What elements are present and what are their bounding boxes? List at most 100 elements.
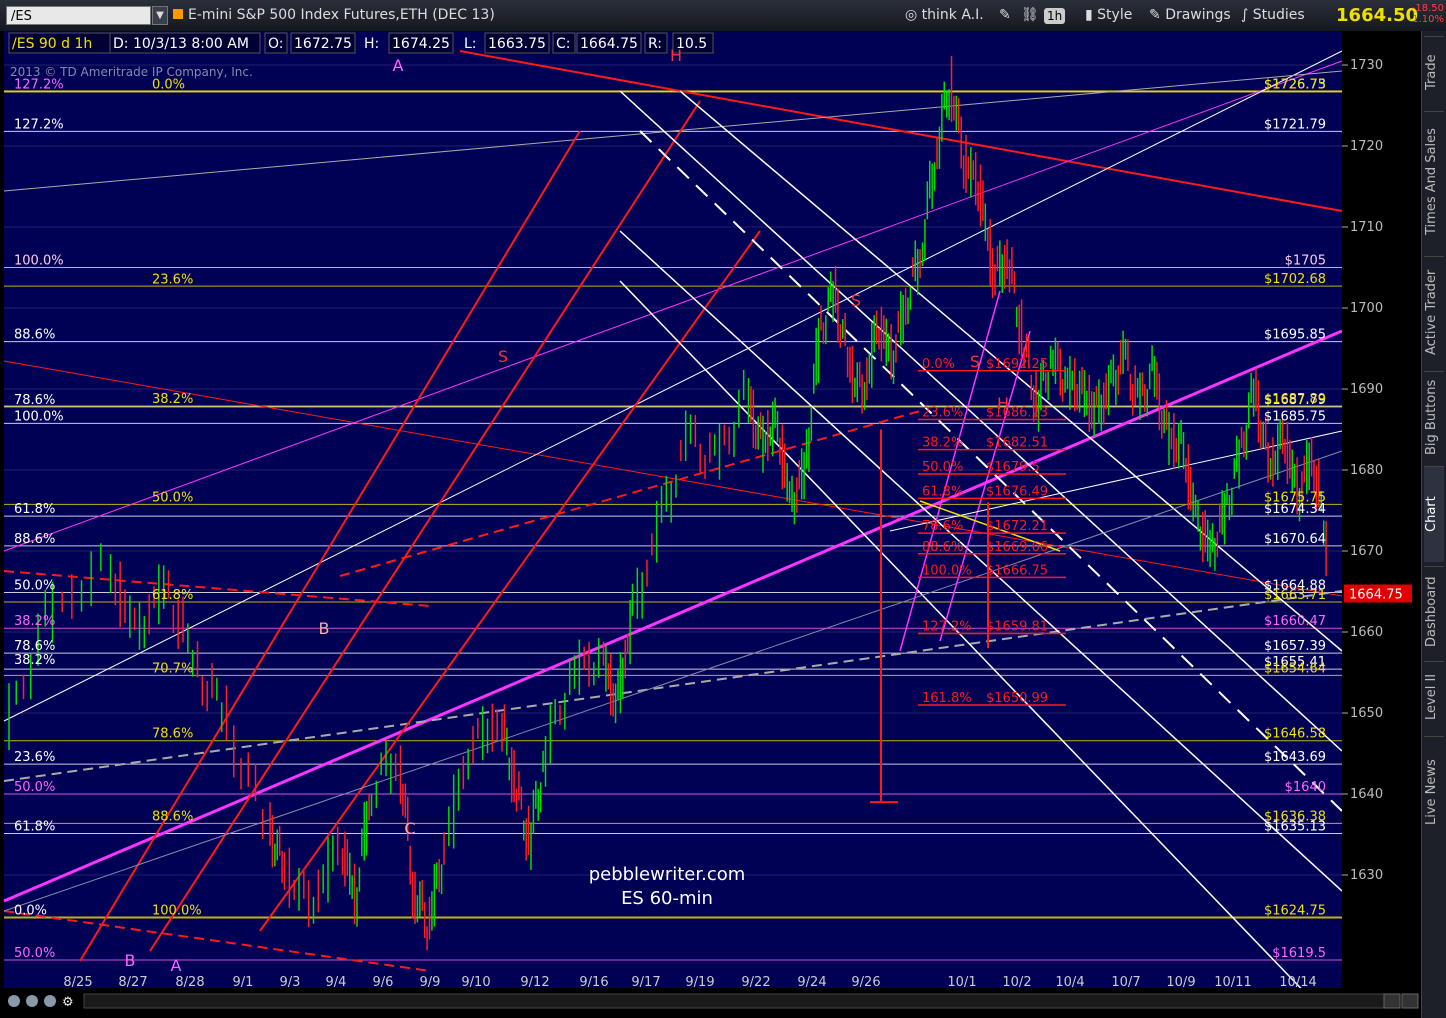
link-icon[interactable]: ⛓ (1018, 5, 1042, 26)
fib-level-label: 100.0% (14, 409, 64, 424)
flag-icon[interactable] (173, 9, 183, 19)
think-ai-button[interactable]: ◎ think A.I. (902, 5, 987, 26)
y-tick-label: 1650 (1350, 706, 1383, 721)
studies-button[interactable]: ∫ Studies (1238, 5, 1308, 26)
fib-level-label: 50.0% (14, 578, 55, 593)
level-price-label: $1687.89 (1264, 392, 1326, 407)
x-tick-label: 9/26 (851, 975, 880, 990)
current-price-label: 1664.75 (1349, 588, 1403, 603)
wave-label: C (404, 819, 415, 838)
fib-percent: 127.2% (922, 620, 972, 635)
level-price-label: $1685.75 (1264, 409, 1326, 424)
symbol-dropdown-icon[interactable]: ▼ (152, 6, 168, 25)
wave-label: H (670, 46, 682, 65)
level-price-label: $1654.64 (1264, 661, 1326, 676)
fib-level-label: 0.0% (152, 77, 185, 92)
fib-percent: 50.0% (922, 460, 963, 475)
fib-percent: 161.8% (922, 691, 972, 706)
chart-area[interactable]: 0.0% $1692.25 23.6% $1686.23 38.2% $1682.51 50… (0, 31, 1422, 1018)
level-price-label: $1657.39 (1264, 639, 1326, 654)
fib-price: $1679.5 (986, 460, 1040, 475)
sidebar-tab-level-ii[interactable]: Level II (1424, 661, 1444, 732)
fib-level-label: 88.6% (152, 809, 193, 824)
fib-price: $1682.51 (986, 436, 1048, 451)
fib-price: $1659.81 (986, 620, 1048, 635)
y-tick-label: 1640 (1350, 787, 1383, 802)
y-tick-label: 1700 (1350, 301, 1383, 316)
watermark-text: ES 60-min (621, 888, 713, 909)
x-tick-label: 10/14 (1279, 975, 1316, 990)
fib-level-label: 100.0% (152, 904, 202, 919)
scroll-left-button[interactable] (1383, 993, 1401, 1009)
fib-percent: 0.0% (922, 357, 955, 372)
sidebar-tab-big-buttons[interactable]: Big Buttons (1424, 371, 1444, 462)
chart-style-icon: ▮ (1085, 7, 1093, 23)
zoom-in-icon[interactable] (8, 995, 20, 1007)
x-tick-label: 9/16 (579, 975, 608, 990)
sidebar-tab-dashboard[interactable]: Dashboard (1424, 566, 1444, 657)
fib-percent: 38.2% (922, 436, 963, 451)
wave-label: B (125, 951, 136, 970)
zoom-out-icon[interactable] (26, 995, 38, 1007)
y-tick-label: 1730 (1350, 58, 1383, 73)
level-price-label: $1726.75 (1264, 77, 1326, 92)
x-tick-label: 10/2 (1002, 975, 1031, 990)
timeframe-button[interactable]: 1h (1044, 8, 1066, 24)
fib-percent: 78.6% (922, 519, 963, 534)
sidebar-tab-trade[interactable]: Trade (1424, 36, 1444, 107)
sidebar-tab-chart[interactable]: Chart (1424, 466, 1444, 562)
x-tick-label: 9/19 (685, 975, 714, 990)
style-label: Style (1097, 7, 1133, 23)
sidebar-tab-active-trader[interactable]: Active Trader (1424, 256, 1444, 367)
info-high-label: H: (364, 36, 379, 52)
price-change: -18.50 -1.10% (1409, 3, 1444, 25)
studies-icon: ∫ (1241, 7, 1249, 23)
info-low-label: L: (464, 36, 477, 52)
fib-level-label: 88.6% (14, 532, 55, 547)
scroll-right-button[interactable] (1401, 993, 1419, 1009)
price-chart[interactable]: 0.0% $1692.25 23.6% $1686.23 38.2% $1682.51 50… (0, 31, 1422, 1018)
fib-level-label: 100.0% (14, 254, 64, 269)
info-close-value: 1664.75 (580, 36, 638, 52)
sidebar-tab-times-and-sales[interactable]: Times And Sales (1424, 111, 1444, 252)
level-price-label: $1721.79 (1264, 117, 1326, 132)
x-tick-label: 10/11 (1214, 975, 1251, 990)
y-tick-label: 1720 (1350, 139, 1383, 154)
level-price-label: $1619.5 (1272, 946, 1326, 961)
fib-price: $1666.75 (986, 563, 1048, 578)
x-tick-label: 8/27 (118, 975, 147, 990)
level-price-label: $1646.58 (1264, 727, 1326, 742)
symbol-input[interactable]: /ES (6, 6, 151, 25)
info-close-label: C: (556, 36, 571, 52)
level-price-label: $1643.69 (1264, 750, 1326, 765)
level-price-label: $1702.68 (1264, 272, 1326, 287)
x-tick-label: 9/3 (280, 975, 301, 990)
fib-level-label: 127.2% (14, 117, 64, 132)
fib-level-label: 38.2% (14, 653, 55, 668)
style-button[interactable]: ▮ Style (1082, 5, 1135, 26)
level-price-label: $1635.13 (1264, 819, 1326, 834)
fib-percent: 100.0% (922, 563, 972, 578)
x-tick-label: 9/4 (326, 975, 347, 990)
horizontal-scrollbar[interactable] (83, 993, 1385, 1009)
tools-icon[interactable]: ✎ (996, 5, 1014, 26)
x-tick-label: 9/12 (520, 975, 549, 990)
info-high-value: 1674.25 (392, 36, 450, 52)
watermark-text: pebblewriter.com (589, 864, 746, 885)
sidebar-tab-live-news[interactable]: Live News (1424, 736, 1444, 847)
wave-label: B (319, 619, 330, 638)
x-tick-label: 10/4 (1055, 975, 1084, 990)
info-open-label: O: (268, 36, 284, 52)
right-sidebar: Trade Times And Sales Active Trader Big But… (1421, 31, 1446, 1018)
wave-label: S (498, 347, 508, 366)
wave-label: A (171, 956, 182, 975)
y-tick-label: 1660 (1350, 625, 1383, 640)
drawings-button[interactable]: ✎ Drawings (1146, 5, 1234, 26)
wave-label: S (970, 352, 980, 371)
y-tick-label: 1630 (1350, 868, 1383, 883)
pan-icon[interactable] (44, 995, 56, 1007)
fib-level-label: 38.2% (152, 392, 193, 407)
x-tick-label: 9/6 (373, 975, 394, 990)
settings-icon[interactable]: ⚙ (62, 995, 74, 1010)
studies-label: Studies (1252, 7, 1305, 23)
